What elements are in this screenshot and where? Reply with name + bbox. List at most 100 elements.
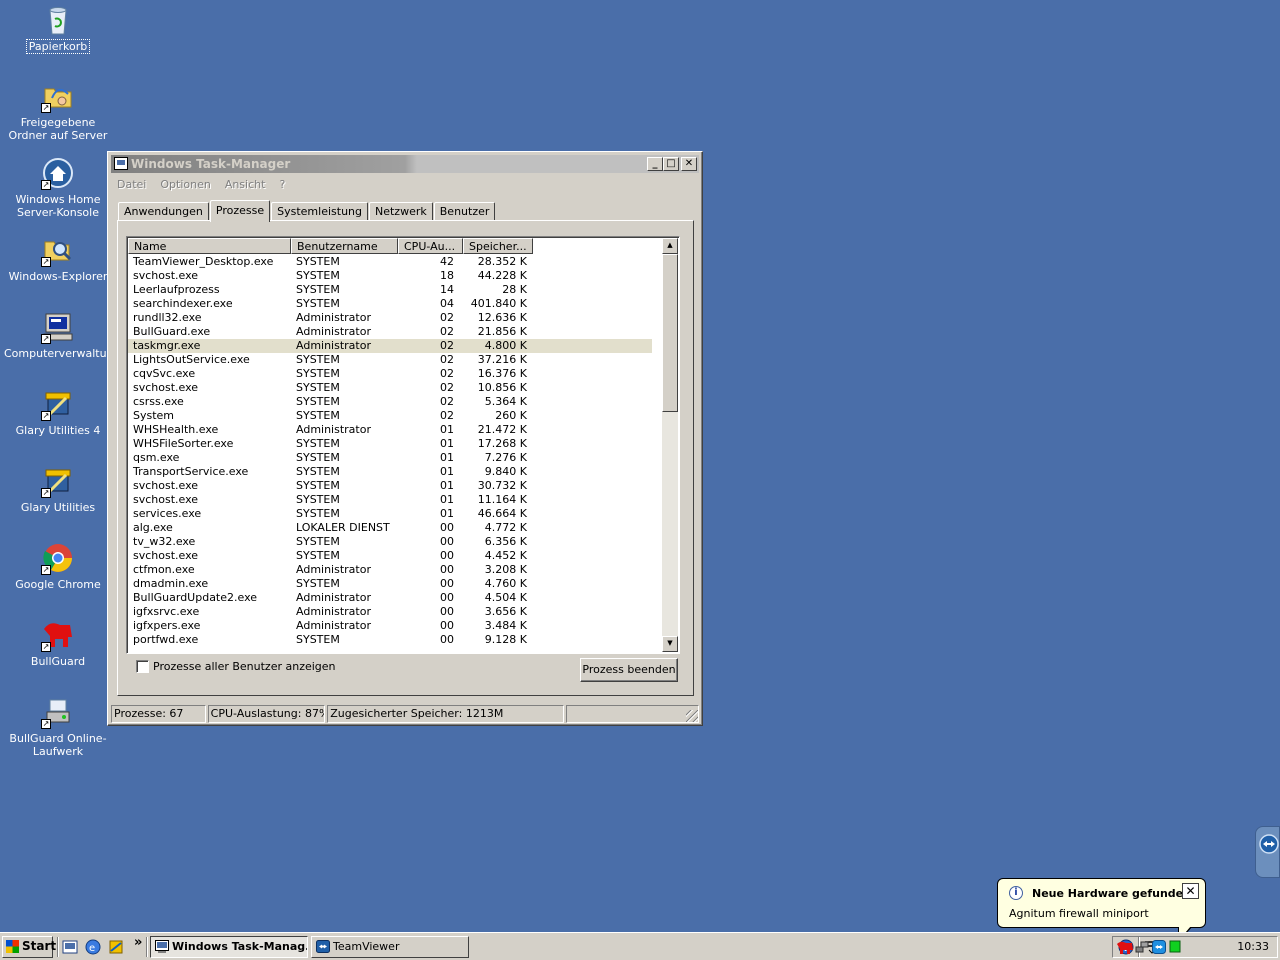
column-username[interactable]: Benutzername bbox=[291, 238, 398, 254]
process-memory: 3.484 K bbox=[484, 619, 527, 632]
process-cpu: 02 bbox=[440, 339, 454, 352]
desktop-icon-papierkorb[interactable]: Papierkorb bbox=[2, 4, 114, 54]
tab-prozesse[interactable]: Prozesse bbox=[209, 200, 271, 222]
desktop-icon-windows-explorer[interactable]: ↗ Windows-Explorer bbox=[2, 234, 114, 283]
title-bar[interactable]: Windows Task-Manager _ □ ✕ bbox=[111, 155, 699, 173]
status-green-icon[interactable] bbox=[1169, 940, 1181, 954]
maximize-button[interactable]: □ bbox=[663, 157, 679, 171]
table-row[interactable]: WHSHealth.exe Administrator 01 21.472 K bbox=[128, 423, 652, 437]
network-tray-icon[interactable] bbox=[1135, 940, 1149, 954]
menu-optionen[interactable]: Optionen bbox=[160, 178, 216, 191]
desktop-icon-freigegebene-ordner-auf-server[interactable]: ↗ Freigegebene Ordner auf Server bbox=[2, 80, 114, 142]
glary-quicklaunch-icon[interactable] bbox=[107, 938, 125, 956]
show-all-users-option[interactable]: Prozesse aller Benutzer anzeigen bbox=[136, 660, 336, 673]
table-row[interactable]: alg.exe LOKALER DIENST 00 4.772 K bbox=[128, 521, 652, 535]
quicklaunch-more-chevron[interactable]: » bbox=[134, 935, 142, 950]
menu-help[interactable]: ? bbox=[279, 178, 291, 191]
desktop-icon-computerverwaltung[interactable]: ↗ Computerverwaltung bbox=[2, 311, 121, 360]
task-teamviewer[interactable]: TeamViewer bbox=[311, 936, 469, 958]
scroll-thumb[interactable] bbox=[662, 254, 678, 412]
tab-systemleistung[interactable]: Systemleistung bbox=[271, 202, 368, 221]
table-row[interactable]: System SYSTEM 02 260 K bbox=[128, 409, 652, 423]
table-row[interactable]: svchost.exe SYSTEM 02 10.856 K bbox=[128, 381, 652, 395]
close-button[interactable]: ✕ bbox=[681, 157, 697, 171]
desktop-icon-label: Glary Utilities 4 bbox=[15, 424, 101, 437]
table-row[interactable]: TeamViewer_Desktop.exe SYSTEM 42 28.352 K bbox=[128, 255, 652, 269]
task-manager-window[interactable]: Windows Task-Manager _ □ ✕ Datei Optione… bbox=[107, 151, 703, 726]
process-cpu: 00 bbox=[440, 535, 454, 548]
table-row[interactable]: svchost.exe SYSTEM 01 30.732 K bbox=[128, 479, 652, 493]
table-row[interactable]: cqvSvc.exe SYSTEM 02 16.376 K bbox=[128, 367, 652, 381]
resize-grip[interactable] bbox=[686, 710, 698, 722]
vertical-scrollbar[interactable]: ▲ ▼ bbox=[662, 238, 678, 652]
process-user: SYSTEM bbox=[296, 353, 340, 366]
column-memory[interactable]: Speicher... bbox=[463, 238, 533, 254]
scroll-down-button[interactable]: ▼ bbox=[662, 636, 678, 652]
internet-explorer-icon[interactable]: e bbox=[84, 938, 102, 956]
table-row[interactable]: BullGuard.exe Administrator 02 21.856 K bbox=[128, 325, 652, 339]
show-all-users-checkbox[interactable] bbox=[136, 660, 149, 673]
table-row[interactable]: igfxsrvc.exe Administrator 00 3.656 K bbox=[128, 605, 652, 619]
task-task-manager[interactable]: Windows Task-Manag... bbox=[150, 936, 308, 958]
process-user: Administrator bbox=[296, 339, 371, 352]
scroll-up-button[interactable]: ▲ bbox=[662, 238, 678, 254]
table-row[interactable]: portfwd.exe SYSTEM 00 9.128 K bbox=[128, 633, 652, 647]
minimize-button[interactable]: _ bbox=[647, 157, 663, 171]
bullguard-tray-icon[interactable] bbox=[1116, 940, 1134, 954]
desktop-icon-glary-utilities-4[interactable]: ↗ Glary Utilities 4 bbox=[2, 388, 114, 437]
menu-bar: Datei Optionen Ansicht ? bbox=[111, 175, 699, 193]
tab-anwendungen[interactable]: Anwendungen bbox=[118, 202, 209, 221]
table-row[interactable]: TransportService.exe SYSTEM 01 9.840 K bbox=[128, 465, 652, 479]
column-cpu[interactable]: CPU-Au... bbox=[398, 238, 463, 254]
status-memory: Zugesicherter Speicher: 1213M bbox=[327, 705, 565, 723]
end-process-button[interactable]: Prozess beenden bbox=[580, 658, 678, 682]
table-row[interactable]: taskmgr.exe Administrator 02 4.800 K bbox=[128, 339, 652, 353]
process-user: SYSTEM bbox=[296, 255, 340, 268]
balloon-text: Agnitum firewall miniport bbox=[1009, 907, 1149, 920]
desktop-icon-glary-utilities[interactable]: ↗ Glary Utilities bbox=[2, 465, 114, 514]
tab-benutzer[interactable]: Benutzer bbox=[433, 202, 496, 221]
desktop-icon-google-chrome[interactable]: ↗ Google Chrome bbox=[2, 542, 114, 591]
table-row[interactable]: services.exe SYSTEM 01 46.664 K bbox=[128, 507, 652, 521]
table-row[interactable]: svchost.exe SYSTEM 00 4.452 K bbox=[128, 549, 652, 563]
system-tray: 10:33 bbox=[1112, 936, 1278, 958]
table-row[interactable]: LightsOutService.exe SYSTEM 02 37.216 K bbox=[128, 353, 652, 367]
balloon-close-button[interactable]: ✕ bbox=[1182, 883, 1199, 899]
table-row[interactable]: svchost.exe SYSTEM 01 11.164 K bbox=[128, 493, 652, 507]
process-memory: 30.732 K bbox=[477, 479, 527, 492]
clock[interactable]: 10:33 bbox=[1237, 937, 1269, 957]
table-row[interactable]: dmadmin.exe SYSTEM 00 4.760 K bbox=[128, 577, 652, 591]
table-row[interactable]: searchindexer.exe SYSTEM 04 401.840 K bbox=[128, 297, 652, 311]
desktop-icon-bullguard[interactable]: ↗ BullGuard bbox=[2, 619, 114, 668]
table-row[interactable]: igfxpers.exe Administrator 00 3.484 K bbox=[128, 619, 652, 633]
notification-balloon[interactable]: i Neue Hardware gefunden Agnitum firewal… bbox=[997, 878, 1206, 943]
show-desktop-icon[interactable] bbox=[61, 938, 79, 956]
task-label: Windows Task-Manag... bbox=[172, 940, 308, 953]
table-row[interactable]: svchost.exe SYSTEM 18 44.228 K bbox=[128, 269, 652, 283]
table-row[interactable]: qsm.exe SYSTEM 01 7.276 K bbox=[128, 451, 652, 465]
process-list[interactable]: Name Benutzername CPU-Au... Speicher... … bbox=[126, 236, 680, 654]
table-row[interactable]: Leerlaufprozess SYSTEM 14 28 K bbox=[128, 283, 652, 297]
desktop-icon-label: Computerverwaltung bbox=[4, 347, 121, 360]
process-cpu: 02 bbox=[440, 409, 454, 422]
window-title: Windows Task-Manager bbox=[131, 157, 291, 171]
table-row[interactable]: csrss.exe SYSTEM 02 5.364 K bbox=[128, 395, 652, 409]
menu-datei[interactable]: Datei bbox=[117, 178, 152, 191]
tab-strip: Anwendungen Prozesse Systemleistung Netz… bbox=[118, 199, 496, 222]
table-row[interactable]: rundll32.exe Administrator 02 12.636 K bbox=[128, 311, 652, 325]
table-row[interactable]: tv_w32.exe SYSTEM 00 6.356 K bbox=[128, 535, 652, 549]
menu-ansicht[interactable]: Ansicht bbox=[225, 178, 272, 191]
process-cpu: 00 bbox=[440, 521, 454, 534]
shortcut-arrow-icon: ↗ bbox=[41, 180, 51, 190]
desktop-icon-windows-home-server-konsole[interactable]: ↗ Windows Home Server-Konsole bbox=[2, 157, 114, 219]
tab-netzwerk[interactable]: Netzwerk bbox=[369, 202, 433, 221]
teamviewer-panel-tab[interactable] bbox=[1255, 826, 1280, 878]
column-name[interactable]: Name bbox=[128, 238, 291, 254]
table-row[interactable]: BullGuardUpdate2.exe Administrator 00 4.504… bbox=[128, 591, 652, 605]
start-button[interactable]: Start bbox=[2, 936, 56, 958]
online-drive-icon: ↗ bbox=[41, 696, 74, 729]
table-row[interactable]: ctfmon.exe Administrator 00 3.208 K bbox=[128, 563, 652, 577]
table-row[interactable]: WHSFileSorter.exe SYSTEM 01 17.268 K bbox=[128, 437, 652, 451]
desktop-icon-bullguard-online-laufwerk[interactable]: ↗ BullGuard Online-Laufwerk bbox=[2, 696, 114, 758]
teamviewer-tray-icon[interactable] bbox=[1152, 940, 1166, 954]
